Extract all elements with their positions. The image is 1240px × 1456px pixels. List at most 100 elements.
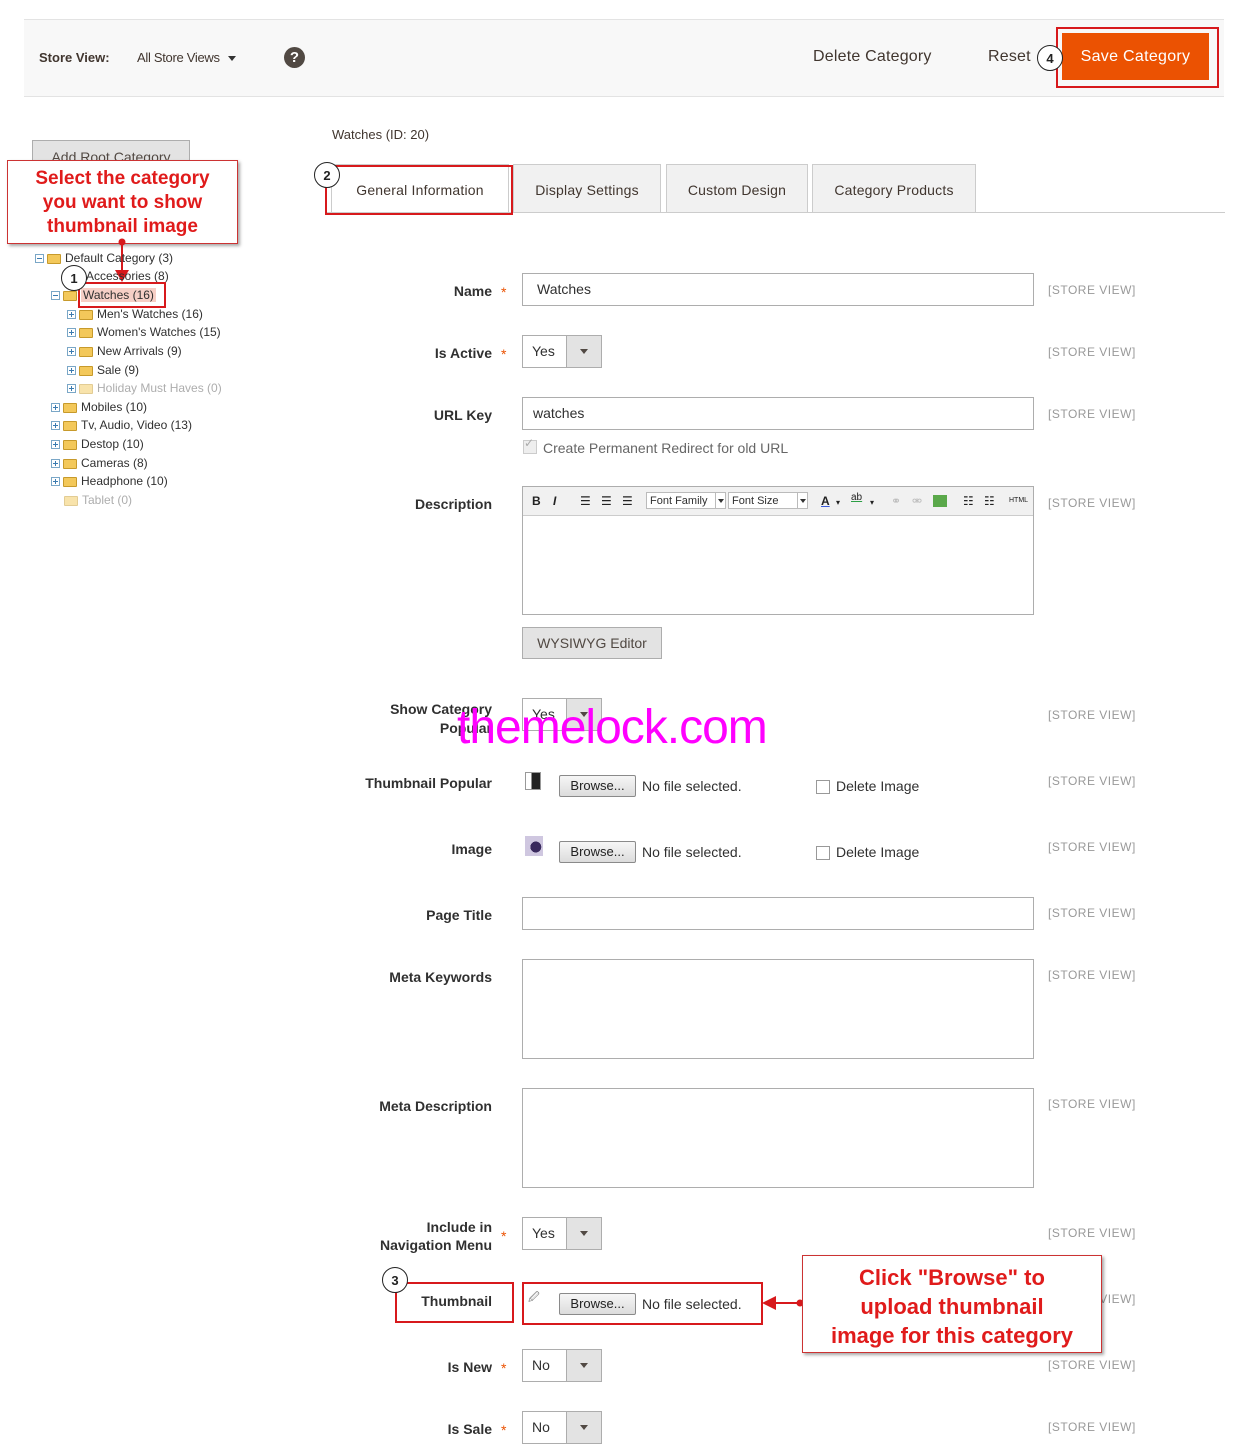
- scope-label: [STORE VIEW]: [1048, 1358, 1136, 1372]
- scope-label: [STORE VIEW]: [1048, 345, 1136, 359]
- is-new-select[interactable]: No: [522, 1349, 602, 1382]
- text-color-icon[interactable]: A: [821, 494, 830, 508]
- image-preview-icon: [525, 836, 543, 856]
- description-label: Description: [414, 496, 492, 512]
- url-key-input[interactable]: watches: [522, 397, 1034, 430]
- watermark: themelock.com: [457, 701, 768, 754]
- expand-icon[interactable]: [67, 384, 76, 394]
- annotation-callout-browse: Click "Browse" to upload thumbnail image…: [802, 1255, 1102, 1353]
- name-input[interactable]: Watches: [522, 273, 1034, 306]
- expand-icon[interactable]: [51, 403, 60, 413]
- align-center-icon[interactable]: ☰: [601, 494, 612, 508]
- align-right-icon[interactable]: ☰: [622, 494, 633, 508]
- name-label: Name: [453, 283, 492, 299]
- link-icon[interactable]: ⚭: [891, 494, 901, 508]
- store-view-label: Store View:: [39, 50, 110, 65]
- italic-icon[interactable]: I: [553, 494, 556, 508]
- redirect-label: Create Permanent Redirect for old URL: [543, 440, 789, 456]
- tree-node-tv-audio-video[interactable]: Tv, Audio, Video (13): [51, 417, 192, 433]
- bold-icon[interactable]: B: [532, 494, 541, 508]
- expand-icon[interactable]: [67, 366, 76, 376]
- collapse-icon[interactable]: [51, 291, 60, 301]
- is-sale-select[interactable]: No: [522, 1411, 602, 1444]
- delete-image-label: Delete Image: [836, 778, 920, 794]
- browse-button[interactable]: Browse...: [559, 841, 636, 863]
- tree-node-destop[interactable]: Destop (10): [51, 436, 144, 452]
- collapse-icon[interactable]: [35, 254, 44, 264]
- tab-custom-design[interactable]: Custom Design: [666, 164, 808, 212]
- delete-image-checkbox[interactable]: [816, 780, 830, 794]
- font-family-select[interactable]: Font Family: [646, 492, 726, 509]
- tree-node-mobiles[interactable]: Mobiles (10): [51, 399, 147, 415]
- help-icon[interactable]: ?: [284, 47, 305, 68]
- include-nav-label: Include in Navigation Menu: [292, 1218, 492, 1254]
- expand-icon[interactable]: [51, 459, 60, 469]
- highlight-color-icon[interactable]: ab: [851, 492, 862, 503]
- delete-image-checkbox[interactable]: [816, 846, 830, 860]
- scope-label: [STORE VIEW]: [1048, 774, 1136, 788]
- include-nav-select[interactable]: Yes: [522, 1217, 602, 1250]
- align-left-icon[interactable]: ☰: [580, 494, 591, 508]
- is-active-value: Yes: [532, 343, 555, 359]
- scope-label: [STORE VIEW]: [1048, 708, 1136, 722]
- font-family-value: Font Family: [650, 495, 708, 507]
- expand-icon[interactable]: [67, 328, 76, 338]
- bullet-list-icon[interactable]: ☷: [963, 494, 974, 508]
- tab-display-settings[interactable]: Display Settings: [513, 164, 661, 212]
- tree-node-womens-watches[interactable]: Women's Watches (15): [67, 324, 221, 340]
- url-key-label: URL Key: [433, 407, 492, 423]
- editor-toolbar: B I ☰ ☰ ☰ Font Family Font Size A ▾ ab ▾…: [523, 487, 1033, 516]
- tree-node-holiday-must-haves[interactable]: Holiday Must Haves (0): [67, 380, 222, 396]
- expand-icon[interactable]: [67, 347, 76, 357]
- expand-icon[interactable]: [51, 477, 60, 487]
- annotation-arrow-left: [762, 1296, 804, 1310]
- image-icon[interactable]: [933, 495, 947, 507]
- description-editor[interactable]: B I ☰ ☰ ☰ Font Family Font Size A ▾ ab ▾…: [522, 486, 1034, 615]
- folder-icon: [64, 495, 78, 506]
- tree-node-tablet[interactable]: Tablet (0): [64, 492, 132, 508]
- tree-node-label: Women's Watches (15): [97, 325, 221, 339]
- thumbnail-popular-label: Thumbnail Popular: [365, 775, 492, 791]
- font-size-select[interactable]: Font Size: [728, 492, 808, 509]
- tree-node-headphone[interactable]: Headphone (10): [51, 473, 168, 489]
- chevron-down-icon[interactable]: ▾: [870, 498, 874, 507]
- tree-node-label: Tv, Audio, Video (13): [81, 418, 192, 432]
- chevron-down-icon[interactable]: ▾: [836, 498, 840, 507]
- meta-description-textarea[interactable]: [522, 1088, 1034, 1188]
- no-file-text: No file selected.: [642, 778, 742, 794]
- is-active-select[interactable]: Yes: [522, 335, 602, 368]
- expand-icon[interactable]: [51, 440, 60, 450]
- tree-node-sale[interactable]: Sale (9): [67, 362, 139, 378]
- meta-description-label: Meta Description: [379, 1098, 492, 1114]
- wysiwyg-editor-button[interactable]: WYSIWYG Editor: [522, 627, 662, 659]
- tree-node-mens-watches[interactable]: Men's Watches (16): [67, 306, 203, 322]
- folder-icon: [63, 420, 77, 431]
- browse-button[interactable]: Browse...: [559, 775, 636, 797]
- folder-icon: [63, 476, 77, 487]
- tree-node-label: Holiday Must Haves (0): [97, 381, 222, 395]
- tree-node-cameras[interactable]: Cameras (8): [51, 455, 148, 471]
- step-3-marker: 3: [382, 1267, 408, 1293]
- reset-button[interactable]: Reset: [988, 48, 1031, 66]
- tree-node-new-arrivals[interactable]: New Arrivals (9): [67, 343, 182, 359]
- chevron-down-icon: [797, 493, 807, 508]
- unlink-icon[interactable]: ⚮: [912, 494, 922, 508]
- delete-category-button[interactable]: Delete Category: [813, 48, 932, 66]
- tree-node-label: Mobiles (10): [81, 400, 148, 414]
- required-mark: *: [501, 1228, 507, 1244]
- tree-node-default-category[interactable]: Default Category (3): [35, 250, 173, 266]
- html-source-icon[interactable]: HTML: [1009, 497, 1028, 504]
- chevron-down-icon: [566, 336, 601, 367]
- expand-icon[interactable]: [67, 310, 76, 320]
- store-view-switcher[interactable]: All Store Views: [137, 50, 236, 65]
- page-title-input[interactable]: [522, 897, 1034, 930]
- expand-icon[interactable]: [51, 421, 60, 431]
- font-size-value: Font Size: [732, 495, 779, 507]
- is-new-value: No: [532, 1357, 550, 1373]
- numbered-list-icon[interactable]: ☷: [984, 494, 995, 508]
- thumbnail-browse-button[interactable]: Browse...: [559, 1293, 636, 1315]
- scope-label: [STORE VIEW]: [1048, 407, 1136, 421]
- broken-image-icon: 🖉: [528, 1292, 540, 1304]
- tab-category-products[interactable]: Category Products: [812, 164, 976, 212]
- meta-keywords-textarea[interactable]: [522, 959, 1034, 1059]
